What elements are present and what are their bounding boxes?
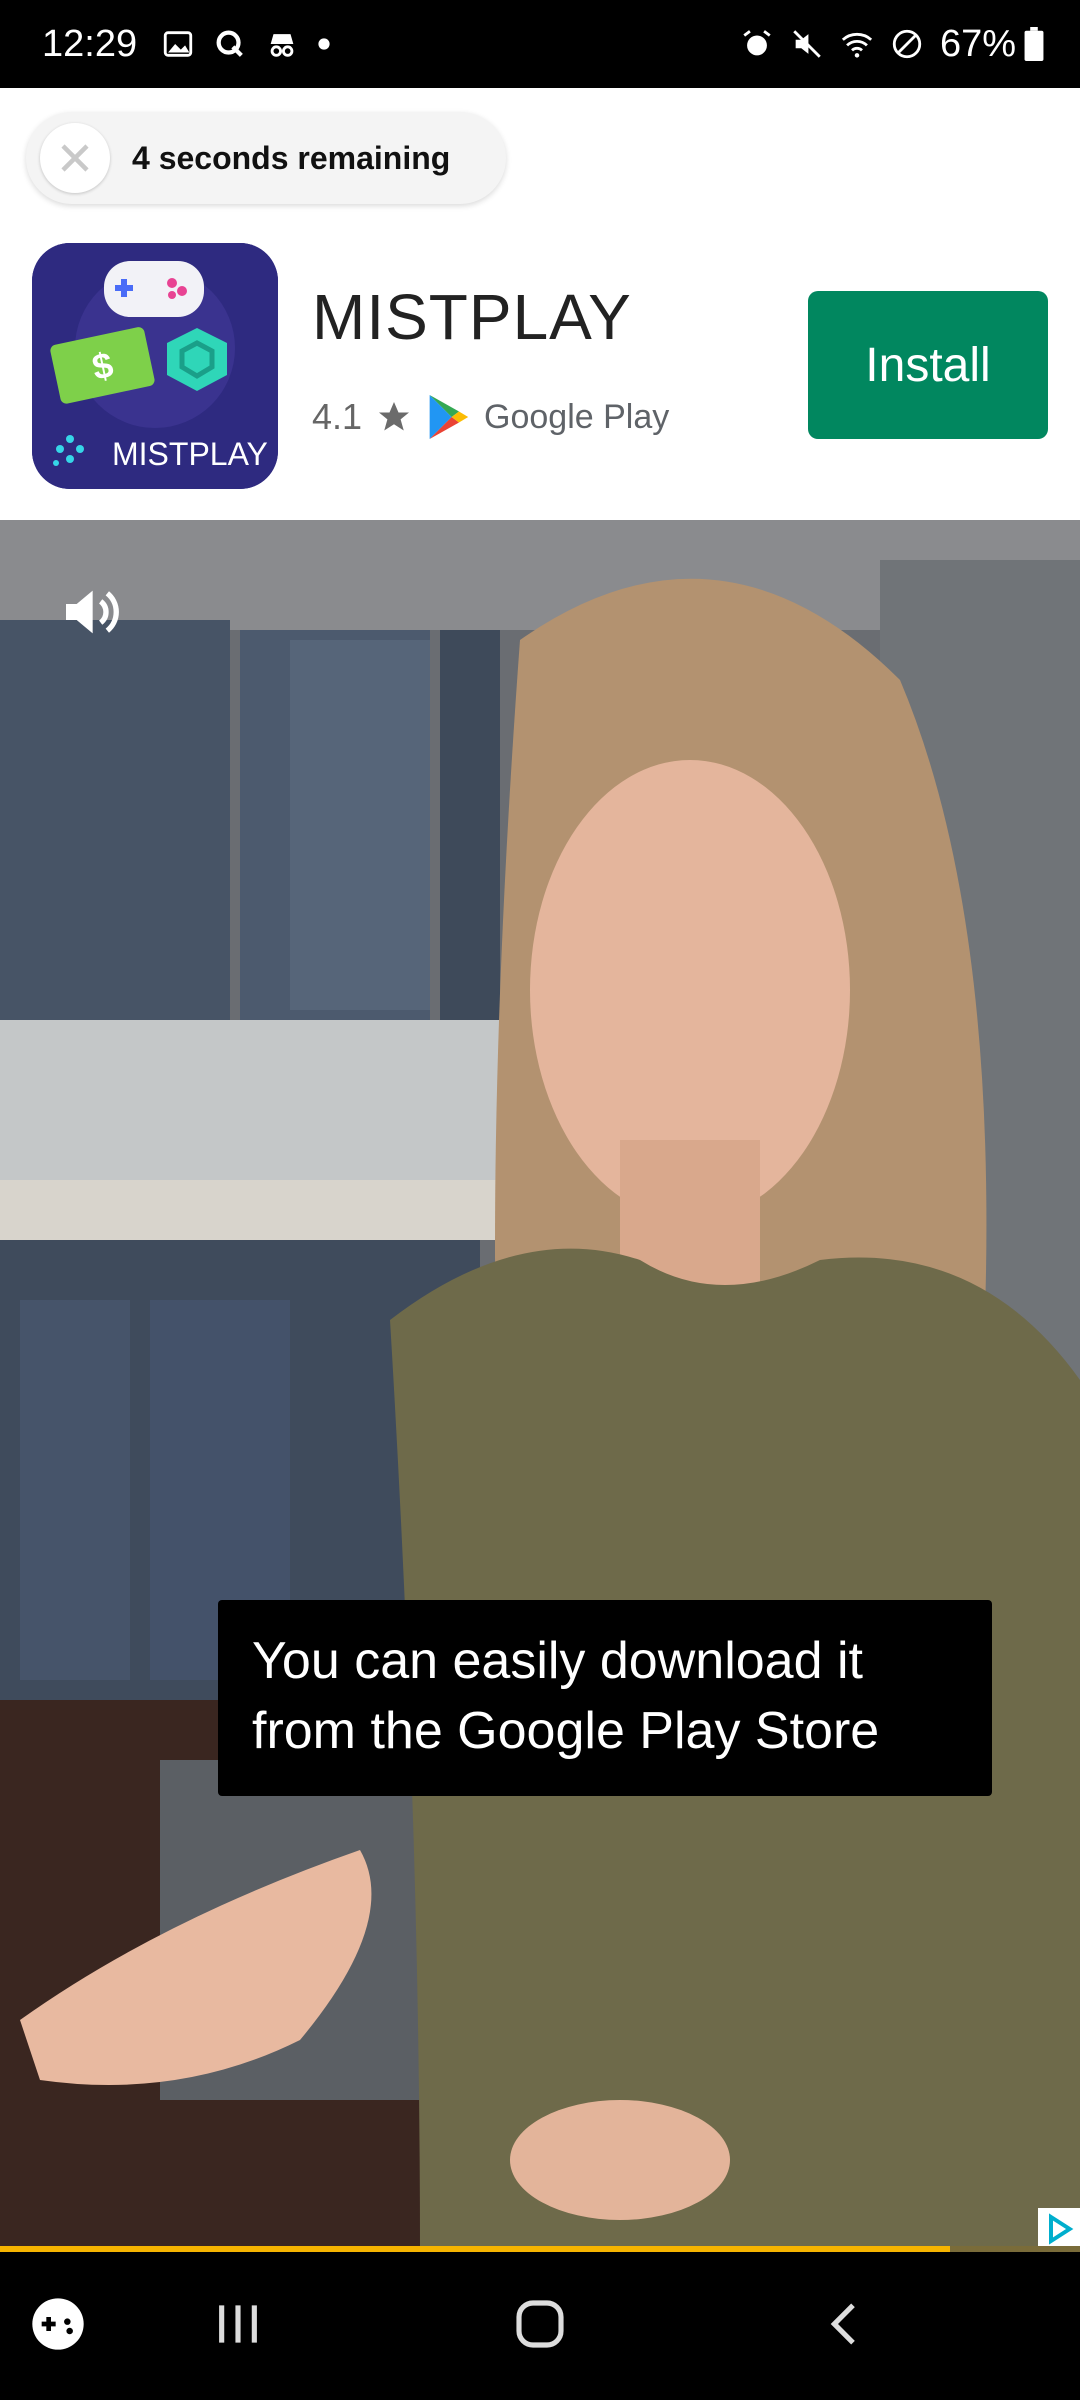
status-time: 12:29 <box>42 22 138 65</box>
status-notification-icons <box>161 27 331 61</box>
app-name[interactable]: MISTPLAY <box>312 280 632 354</box>
video-frame-image <box>0 520 1080 2252</box>
adchoices-icon <box>1049 2213 1074 2245</box>
battery-indicator: 67% <box>940 23 1044 66</box>
close-icon <box>61 144 89 172</box>
ad-header: 4 seconds remaining $ MISTPLAY MISTPLAY … <box>0 88 1080 520</box>
dnd-icon <box>892 29 922 59</box>
sound-toggle-icon[interactable] <box>58 580 122 644</box>
battery-icon <box>1024 27 1044 61</box>
wifi-icon <box>841 32 873 58</box>
timer-text: 4 seconds remaining <box>132 139 451 176</box>
close-ad-button[interactable] <box>40 123 110 193</box>
skip-timer-pill: 4 seconds remaining <box>26 112 506 204</box>
alarm-icon <box>743 30 771 56</box>
game-launcher-icon[interactable] <box>30 2296 86 2352</box>
app-icon-label: MISTPLAY <box>112 436 268 472</box>
status-system-icons: 67% <box>740 23 1044 66</box>
video-caption: You can easily download it from the Goog… <box>218 1600 992 1796</box>
store-label: Google Play <box>484 397 670 436</box>
rating-value: 4.1 <box>312 396 363 437</box>
navigation-bar <box>0 2252 1080 2400</box>
app-icon[interactable]: $ MISTPLAY <box>32 243 278 489</box>
incognito-icon <box>270 34 294 57</box>
back-icon[interactable] <box>818 2296 874 2352</box>
battery-percent: 67% <box>939 22 1016 65</box>
home-icon[interactable] <box>512 2296 568 2352</box>
gallery-icon <box>163 31 193 57</box>
status-bar: 12:29 67% <box>0 0 1080 88</box>
dot-icon <box>318 38 330 50</box>
google-play-icon <box>429 395 469 439</box>
recents-icon[interactable] <box>210 2296 266 2352</box>
rating-row: 4.1 Google Play <box>312 393 669 441</box>
ad-video[interactable]: You can easily download it from the Goog… <box>0 520 1080 2252</box>
star-icon <box>379 402 410 431</box>
mute-icon <box>793 30 821 58</box>
q-app-icon <box>216 30 243 57</box>
adchoices-button[interactable] <box>1038 2208 1080 2250</box>
install-button[interactable]: Install <box>808 291 1048 439</box>
